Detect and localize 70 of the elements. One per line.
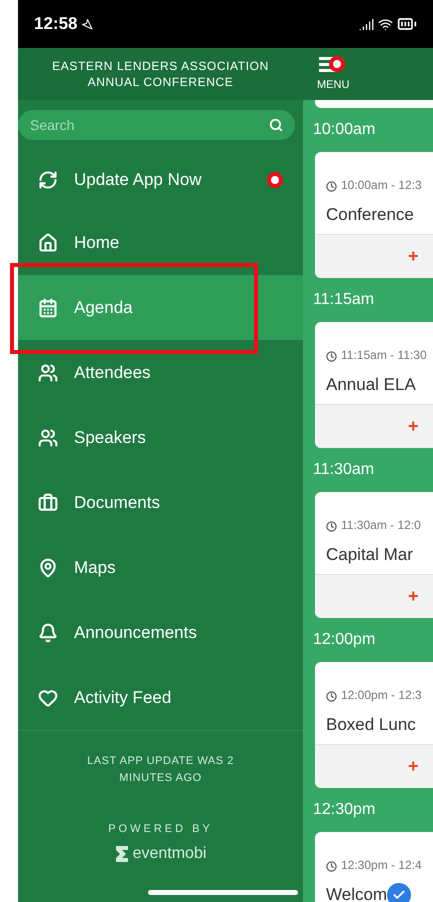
menu-icon[interactable] [319,54,345,73]
menu-item[interactable]: Attendees [18,340,303,405]
clock-icon [326,691,337,702]
menu-item[interactable]: Activity Feed [18,665,303,730]
add-button[interactable]: + [408,243,419,270]
menu-item[interactable]: Documents [18,470,303,535]
powered-by-text: POWERED BY [108,822,213,837]
brand-logo-icon [114,844,129,862]
menu-label: Agenda [74,296,134,319]
brand-name: eventmobi [132,844,206,864]
location-icon [81,18,94,30]
session-card[interactable]: 12:00pm - 12:3 Boxed Lunc + [315,662,433,788]
map-pin-icon [38,558,58,578]
clock-icon [326,351,337,362]
calendar-icon [38,298,58,318]
status-time: 12:58 [34,13,78,36]
people-icon [38,362,58,382]
session-card[interactable]: 11:30am - 12:0 Capital Mar + [315,492,433,618]
session-time: 11:30am - 12:0 [341,517,421,534]
search-icon [269,118,283,132]
time-heading: 11:30am [313,460,374,480]
people-icon [38,428,58,448]
session-title: Annual ELA [326,374,416,396]
clock-icon [326,181,337,192]
menu-label: Announcements [74,622,198,644]
menu-label: MENU [317,78,350,93]
session-title: Conference [326,204,414,226]
wifi-icon [378,16,393,32]
time-heading: 10:00am [313,120,376,140]
home-icon [38,232,58,252]
menu-label: Attendees [74,362,152,384]
time-heading: 11:15am [313,290,374,310]
session-title: Welcom [326,884,388,902]
session-time: 10:00am - 12:3 [341,177,422,194]
menu-label: Speakers [74,426,147,449]
menu-label: Update App Now [74,169,203,192]
check-badge-icon [387,883,412,902]
menu-item[interactable]: Agenda [18,275,303,340]
search-field[interactable]: Search [18,110,295,140]
clock-icon [326,861,337,872]
menu-label: Activity Feed [74,686,172,709]
menu-label: Documents [74,492,161,514]
menu-item[interactable]: Home [18,210,303,275]
last-update-text: LAST APP UPDATE WAS 2 MINUTES AGO [86,754,235,786]
menu-label: Home [74,232,120,254]
menu-item[interactable]: Maps [18,535,303,600]
session-card[interactable]: 10:00am - 12:3 Conference + [315,152,433,278]
bell-icon [38,622,58,642]
briefcase-icon [38,492,58,512]
session-time: 12:00pm - 12:3 [341,687,422,704]
menu-label: Maps [74,556,117,579]
session-time: 12:30pm - 12:4 [341,857,422,874]
add-button[interactable]: + [408,413,419,440]
menu-item[interactable]: Update App Now [18,150,303,210]
clock-icon [326,521,337,532]
add-button[interactable]: + [408,583,419,610]
session-time: 11:15am - 11:30 [341,347,427,364]
time-heading: 12:30pm [313,800,376,820]
refresh-icon [38,170,58,190]
conference-title: EASTERN LENDERS ASSOCIATION ANNUAL CONFERENCE [51,58,270,90]
heart-icon [38,688,58,708]
session-title: Boxed Lunc [326,714,416,736]
menu-item[interactable]: Announcements [18,600,303,665]
time-heading: 12:00pm [313,630,376,650]
menu-item[interactable]: Speakers [18,405,303,470]
session-card[interactable]: 11:15am - 11:30 Annual ELA + [315,322,433,448]
session-card[interactable]: 12:30pm - 12:4 Welcom [315,832,433,902]
add-button[interactable]: + [408,753,419,780]
signal-icon [359,16,374,32]
session-title: Capital Mar [326,544,413,566]
